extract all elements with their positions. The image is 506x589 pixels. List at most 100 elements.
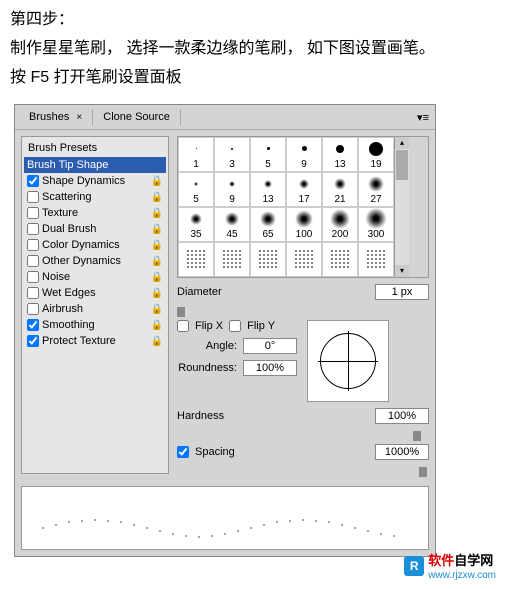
preview-dot	[185, 535, 187, 537]
sidebar-item-label: Smoothing	[42, 319, 95, 331]
sidebar-checkbox[interactable]	[27, 239, 39, 251]
lock-icon: 🔒	[151, 240, 163, 251]
close-icon[interactable]: ×	[76, 112, 82, 123]
sidebar-item-airbrush[interactable]: Airbrush🔒	[24, 301, 166, 317]
sidebar-item-wet-edges[interactable]: Wet Edges🔒	[24, 285, 166, 301]
sidebar-checkbox[interactable]	[27, 207, 39, 219]
preview-dot	[276, 521, 278, 523]
sidebar-item-brush-tip-shape[interactable]: Brush Tip Shape	[24, 157, 166, 173]
brush-dot-icon	[336, 145, 344, 153]
brush-dot-icon	[365, 208, 387, 229]
angle-field[interactable]: 0°	[243, 338, 297, 354]
sidebar-item-texture[interactable]: Texture 🔒	[24, 205, 166, 221]
brush-presets-header[interactable]: Brush Presets	[24, 139, 166, 157]
sidebar-item-noise[interactable]: Noise🔒	[24, 269, 166, 285]
brush-preset-cell[interactable]: 27	[358, 172, 394, 207]
lock-icon: 🔒	[151, 208, 163, 219]
watermark-brand2: 自学网	[454, 553, 493, 568]
sidebar-checkbox[interactable]	[27, 255, 39, 267]
preview-dot	[211, 535, 213, 537]
tab-clone-source[interactable]: Clone Source	[93, 109, 181, 125]
brush-size-label: 35	[190, 229, 201, 240]
sidebar-checkbox[interactable]	[27, 223, 39, 235]
sidebar-item-label: Shape Dynamics	[42, 175, 125, 187]
spacing-checkbox[interactable]	[177, 446, 189, 458]
lock-icon: 🔒	[151, 288, 163, 299]
brush-preset-cell[interactable]	[322, 242, 358, 277]
brush-preset-cell[interactable]: 3	[214, 137, 250, 172]
hardness-field[interactable]: 100%	[375, 408, 429, 424]
brush-dot-icon	[258, 249, 278, 269]
sidebar-item-color-dynamics[interactable]: Color Dynamics🔒	[24, 237, 166, 253]
brush-preset-cell[interactable]: 200	[322, 207, 358, 242]
sidebar-checkbox[interactable]	[27, 319, 39, 331]
spacing-label: Spacing	[195, 446, 235, 458]
diameter-field[interactable]: 1 px	[375, 284, 429, 300]
brush-preset-cell[interactable]	[250, 242, 286, 277]
sidebar-item-label: Texture	[42, 207, 78, 219]
scroll-down-icon[interactable]: ▾	[395, 265, 409, 277]
brush-dot-icon	[267, 147, 270, 150]
sidebar-item-label: Other Dynamics	[42, 255, 121, 267]
brush-dot-icon	[194, 182, 198, 186]
brush-size-label: 200	[332, 229, 349, 240]
panel-tabs: Brushes × Clone Source ▾≡	[15, 105, 435, 130]
sidebar-checkbox[interactable]	[27, 287, 39, 299]
brush-dot-icon	[366, 249, 386, 269]
brush-preset-cell[interactable]: 35	[178, 207, 214, 242]
spacing-field[interactable]: 1000%	[375, 444, 429, 460]
sidebar-item-smoothing[interactable]: Smoothing🔒	[24, 317, 166, 333]
brush-preset-cell[interactable]: 13	[250, 172, 286, 207]
brush-dot-icon	[231, 148, 233, 150]
preview-dot	[133, 524, 135, 526]
sidebar-item-scattering[interactable]: Scattering🔒	[24, 189, 166, 205]
lock-icon: 🔒	[151, 176, 163, 187]
brush-preset-cell[interactable]	[286, 242, 322, 277]
instruction-step: 第四步：	[10, 6, 496, 35]
angle-preview[interactable]	[307, 320, 389, 402]
brush-preset-cell[interactable]: 100	[286, 207, 322, 242]
sidebar-item-other-dynamics[interactable]: Other Dynamics🔒	[24, 253, 166, 269]
brush-preset-cell[interactable]: 1	[178, 137, 214, 172]
preview-dot	[315, 520, 317, 522]
sidebar-item-protect-texture[interactable]: Protect Texture🔒	[24, 333, 166, 349]
roundness-field[interactable]: 100%	[243, 360, 297, 376]
sidebar-item-dual-brush[interactable]: Dual Brush🔒	[24, 221, 166, 237]
preview-dot	[354, 527, 356, 529]
brush-preset-cell[interactable]: 300	[358, 207, 394, 242]
brush-preset-cell[interactable]: 9	[286, 137, 322, 172]
brush-preset-cell[interactable]	[214, 242, 250, 277]
lock-icon: 🔒	[151, 224, 163, 235]
sidebar-checkbox[interactable]	[27, 335, 39, 347]
brush-preset-cell[interactable]	[178, 242, 214, 277]
preview-dot	[237, 530, 239, 532]
brush-tip-shape-label: Brush Tip Shape	[27, 159, 108, 171]
sidebar-checkbox[interactable]	[27, 175, 39, 187]
brush-grid-scrollbar[interactable]: ▴ ▾	[394, 137, 409, 277]
scroll-thumb[interactable]	[396, 150, 408, 180]
sidebar-checkbox[interactable]	[27, 191, 39, 203]
flipx-checkbox[interactable]	[177, 320, 189, 332]
brush-preset-cell[interactable]: 19	[358, 137, 394, 172]
brush-preset-cell[interactable]: 17	[286, 172, 322, 207]
scroll-up-icon[interactable]: ▴	[395, 137, 409, 149]
sidebar-checkbox[interactable]	[27, 271, 39, 283]
brush-preset-cell[interactable]: 45	[214, 207, 250, 242]
flipy-checkbox[interactable]	[229, 320, 241, 332]
brush-preset-cell[interactable]: 5	[178, 172, 214, 207]
sidebar-item-shape-dynamics[interactable]: Shape Dynamics 🔒	[24, 173, 166, 189]
brush-preset-cell[interactable]: 5	[250, 137, 286, 172]
preview-dot	[263, 524, 265, 526]
brush-dot-icon	[222, 249, 242, 269]
preview-dot	[198, 536, 200, 538]
panel-menu-icon[interactable]: ▾≡	[417, 111, 429, 124]
brush-preset-cell[interactable]: 13	[322, 137, 358, 172]
tab-brushes[interactable]: Brushes ×	[19, 109, 93, 125]
sidebar-checkbox[interactable]	[27, 303, 39, 315]
brush-preset-cell[interactable]: 9	[214, 172, 250, 207]
brush-dot-icon	[330, 209, 350, 229]
brush-preset-cell[interactable]: 21	[322, 172, 358, 207]
brush-preset-cell[interactable]: 65	[250, 207, 286, 242]
brush-preset-cell[interactable]	[358, 242, 394, 277]
brush-size-label: 19	[370, 159, 381, 170]
